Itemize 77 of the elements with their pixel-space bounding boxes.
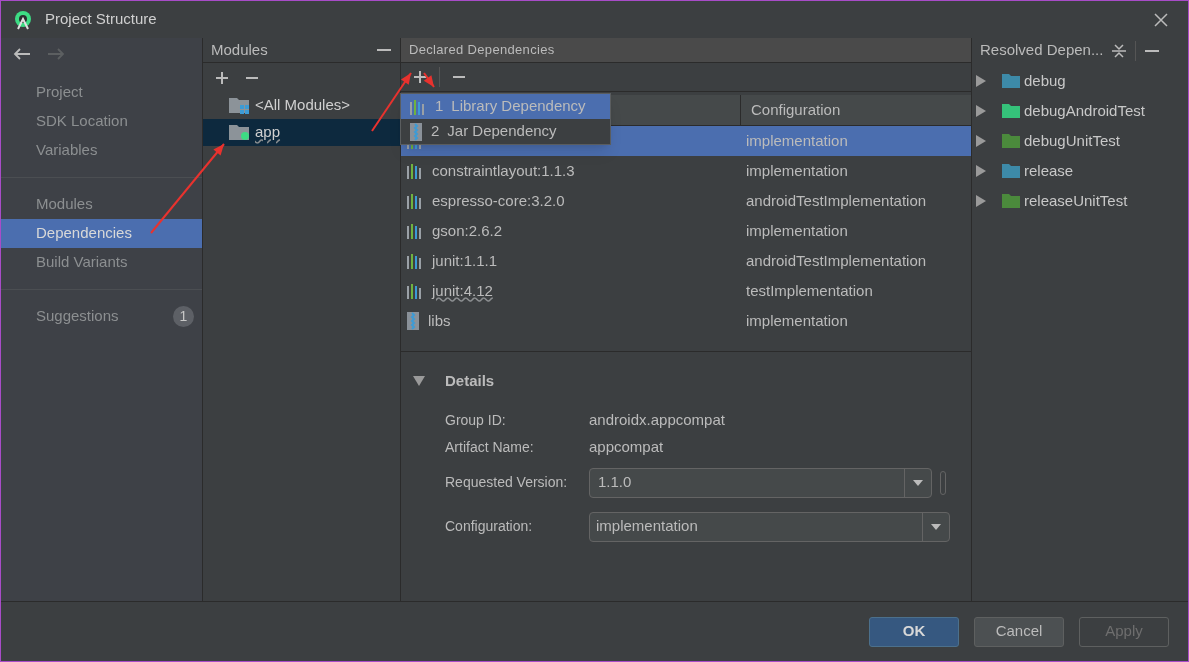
configuration-cell-text: implementation: [745, 310, 848, 331]
configuration-cell-text: androidTestImplementation: [745, 250, 927, 271]
sidebar-item[interactable]: Modules: [1, 190, 202, 219]
expand-triangle-icon[interactable]: [976, 135, 986, 147]
dependency-name: gson:2.6.2: [432, 220, 503, 241]
configuration-cell-text: implementation: [745, 160, 848, 181]
dependency-name: espresso-core:3.2.0: [432, 190, 565, 211]
dependency-name: libs: [428, 310, 451, 331]
panel-title: Declared Dependencies: [409, 41, 555, 60]
jar-icon: [409, 122, 423, 141]
variant-tree-item[interactable]: debugUnitTest: [972, 126, 1188, 156]
variant-tree-item[interactable]: releaseUnitTest: [972, 186, 1188, 216]
dropdown-caret-icon: [931, 523, 941, 530]
annotation-arrow: [371, 72, 412, 132]
dependency-name: constraintlayout:1.1.3: [432, 160, 575, 181]
library-icon: [409, 98, 427, 115]
collapse-triangle-icon[interactable]: [413, 376, 425, 387]
module-item[interactable]: <All Modules>: [203, 92, 400, 119]
dependency-row[interactable]: junit:4.12 testImplementation: [401, 276, 971, 306]
configuration-cell-text: implementation: [745, 130, 848, 151]
field-label: Artifact Name:: [445, 437, 535, 457]
field-value: appcompat: [589, 436, 664, 457]
module-item[interactable]: app: [203, 119, 400, 146]
window-title: Project Structure: [45, 9, 157, 30]
configuration-cell-text: testImplementation: [745, 280, 873, 301]
count-badge: 1: [173, 306, 194, 327]
panel-title: Modules: [211, 39, 269, 60]
annotation-arrow: [423, 72, 435, 88]
section-title: Details: [445, 371, 495, 391]
dropdown-caret-icon: [913, 479, 923, 486]
dependency-row[interactable]: libs implementation: [401, 306, 971, 336]
panel-title: Resolved Depen...: [980, 40, 1104, 61]
sidebar-item[interactable]: Suggestions 1: [1, 302, 202, 331]
sidebar-item[interactable]: Project: [1, 78, 202, 107]
dependency-row[interactable]: espresso-core:3.2.0 androidTestImplementation: [401, 186, 971, 216]
configuration-select[interactable]: implementation: [589, 511, 950, 542]
dependency-name: junit:1.1.1: [432, 250, 498, 271]
field-value: androidx.appcompat: [589, 409, 725, 430]
collapse-all-icon[interactable]: [1111, 42, 1128, 59]
android-logo-icon: [13, 9, 33, 30]
sidebar-item[interactable]: Build Variants: [1, 248, 202, 277]
menu-item[interactable]: 1 Library Dependency: [401, 94, 610, 119]
add-icon[interactable]: [413, 70, 427, 84]
dialog-button[interactable]: OK: [869, 616, 959, 647]
variant-tree-item[interactable]: debugAndroidTest: [972, 96, 1188, 126]
field-label: Configuration:: [445, 517, 534, 536]
variant-tree-item[interactable]: debug: [972, 66, 1188, 96]
module-folder-icon: [229, 124, 251, 141]
field-label: Group ID:: [445, 410, 507, 430]
configuration-cell-text: implementation: [745, 220, 848, 241]
library-icon: [406, 223, 424, 239]
sidebar-item[interactable]: Dependencies: [1, 219, 202, 248]
library-icon: [406, 283, 424, 299]
jar-icon: [406, 312, 420, 330]
sidebar-item[interactable]: SDK Location: [1, 107, 202, 136]
variant-tree-item[interactable]: release: [972, 156, 1188, 186]
configuration-cell-text: androidTestImplementation: [745, 190, 927, 211]
expand-triangle-icon[interactable]: [976, 195, 986, 207]
library-icon: [406, 193, 424, 209]
dependency-row[interactable]: junit:1.1.1 androidTestImplementation: [401, 246, 971, 276]
version-combo-box[interactable]: 1.1.0: [589, 467, 932, 498]
close-icon[interactable]: [1154, 12, 1168, 27]
dependency-row[interactable]: gson:2.6.2 implementation: [401, 216, 971, 246]
field-label: Requested Version:: [445, 473, 569, 492]
folder-grid-icon: [229, 97, 251, 114]
back-arrow-icon[interactable]: [13, 48, 31, 60]
dialog-button[interactable]: Cancel: [974, 616, 1064, 647]
column-header[interactable]: Configuration: [741, 95, 851, 125]
dependency-row[interactable]: constraintlayout:1.1.3 implementation: [401, 156, 971, 186]
add-icon[interactable]: [215, 70, 229, 85]
dependency-name: junit:4.12: [432, 280, 493, 301]
sidebar-item[interactable]: Variables: [1, 136, 202, 165]
expand-triangle-icon[interactable]: [976, 105, 986, 117]
expand-triangle-icon[interactable]: [976, 165, 986, 177]
library-icon: [406, 253, 424, 269]
expand-triangle-icon[interactable]: [976, 75, 986, 87]
library-icon: [406, 163, 424, 179]
